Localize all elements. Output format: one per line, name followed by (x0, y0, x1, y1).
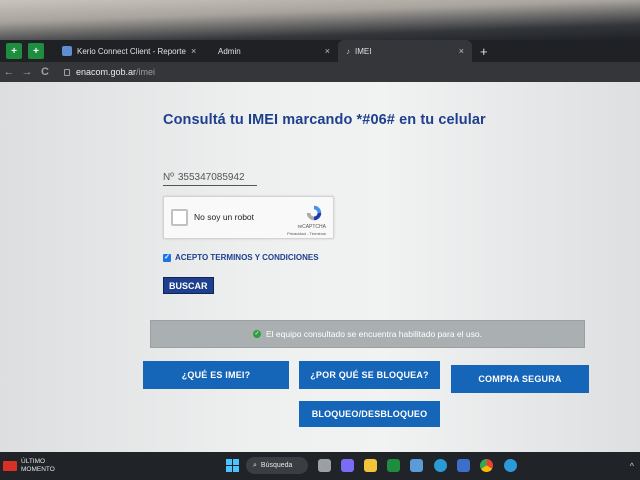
what-is-imei-button[interactable]: ¿QUÉ ES IMEI? (143, 361, 289, 389)
new-tab-button[interactable]: + (480, 44, 488, 59)
news-line-2: MOMENTO (21, 466, 55, 473)
url-input[interactable]: enacom.gob.ar/imei (64, 64, 620, 80)
recaptcha-label: No soy un robot (194, 212, 255, 222)
search-label: Búsqueda (260, 462, 293, 469)
address-bar: ← → C enacom.gob.ar/imei (0, 62, 640, 82)
browser-tab-strip: + + Kerio Connect Client - Reporte × Adm… (0, 40, 640, 62)
news-icon[interactable] (3, 461, 17, 471)
task-view-icon[interactable] (318, 459, 331, 472)
monitor-bezel (0, 0, 640, 40)
tab-label: IMEI (355, 46, 372, 56)
search-button[interactable]: BUSCAR (163, 277, 214, 294)
recaptcha-links[interactable]: Privacidad - Términos (287, 231, 326, 236)
chat-icon[interactable] (341, 459, 354, 472)
back-button[interactable]: ← (0, 66, 18, 78)
forward-button[interactable]: → (18, 66, 36, 78)
safe-purchase-button[interactable]: COMPRA SEGURA (451, 365, 589, 393)
windows-start-icon[interactable] (226, 459, 239, 472)
lock-icon (64, 68, 70, 76)
tab-label: Admin (218, 46, 241, 56)
close-icon[interactable]: × (459, 46, 464, 56)
check-circle-icon: ✓ (253, 330, 262, 338)
chrome-icon[interactable] (480, 459, 493, 472)
tab-imei[interactable]: ♪ IMEI × (338, 40, 472, 62)
why-blocked-button[interactable]: ¿POR QUÉ SE BLOQUEA? (299, 361, 440, 389)
url-path: /imei (136, 67, 156, 77)
edge-icon[interactable] (434, 459, 447, 472)
imei-value: 355347085942 (177, 172, 245, 183)
mail-icon (62, 46, 72, 56)
status-text: El equipo consultado se encuentra habili… (266, 329, 482, 339)
news-line-1: ÚLTIMO (21, 458, 46, 465)
imei-prefix: Nº (163, 172, 174, 183)
close-icon[interactable]: × (191, 46, 196, 56)
tray-chevron-icon[interactable]: ^ (630, 461, 634, 471)
browser-app-icon[interactable] (504, 459, 517, 472)
status-message: ✓ El equipo consultado se encuentra habi… (150, 320, 585, 348)
pinned-tab-sheets-2[interactable]: + (28, 43, 44, 59)
file-explorer-icon[interactable] (364, 459, 377, 472)
phone-link-icon[interactable] (410, 459, 423, 472)
terms-label: ACEPTO TERMINOS Y CONDICIONES (175, 253, 319, 262)
taskbar: ÚLTIMO MOMENTO ⌕ Búsqueda ^ (0, 452, 640, 480)
checkbox-checked-icon[interactable]: ✓ (163, 253, 171, 262)
excel-icon[interactable] (387, 459, 400, 472)
tab-kerio[interactable]: Kerio Connect Client - Reporte × (54, 40, 200, 62)
recaptcha-checkbox[interactable] (171, 209, 188, 226)
page-content: Consultá tu IMEI marcando *#06# en tu ce… (0, 82, 640, 452)
news-widget[interactable]: ÚLTIMO MOMENTO (21, 458, 55, 474)
recaptcha-widget: No soy un robot reCAPTCHA Privacidad - T… (163, 196, 334, 239)
recaptcha-logo-icon (306, 205, 322, 221)
recaptcha-brand: reCAPTCHA (297, 224, 326, 230)
close-icon[interactable]: × (325, 46, 330, 56)
page-title: Consultá tu IMEI marcando *#06# en tu ce… (163, 112, 486, 128)
tab-label: Kerio Connect Client - Reporte (77, 46, 186, 56)
url-host: enacom.gob.ar (76, 67, 137, 77)
pinned-tab-sheets-1[interactable]: + (6, 43, 22, 59)
tab-admin[interactable]: Admin × (200, 40, 338, 62)
taskbar-search[interactable]: ⌕ Búsqueda (246, 457, 308, 474)
reload-button[interactable]: C (36, 66, 54, 78)
teams-icon[interactable] (457, 459, 470, 472)
imei-input[interactable]: Nº 355347085942 (163, 170, 257, 186)
search-icon: ⌕ (253, 461, 257, 469)
block-unblock-button[interactable]: BLOQUEO/DESBLOQUEO (299, 401, 440, 427)
audio-icon: ♪ (346, 46, 350, 56)
terms-checkbox-row[interactable]: ✓ ACEPTO TERMINOS Y CONDICIONES (163, 253, 319, 262)
